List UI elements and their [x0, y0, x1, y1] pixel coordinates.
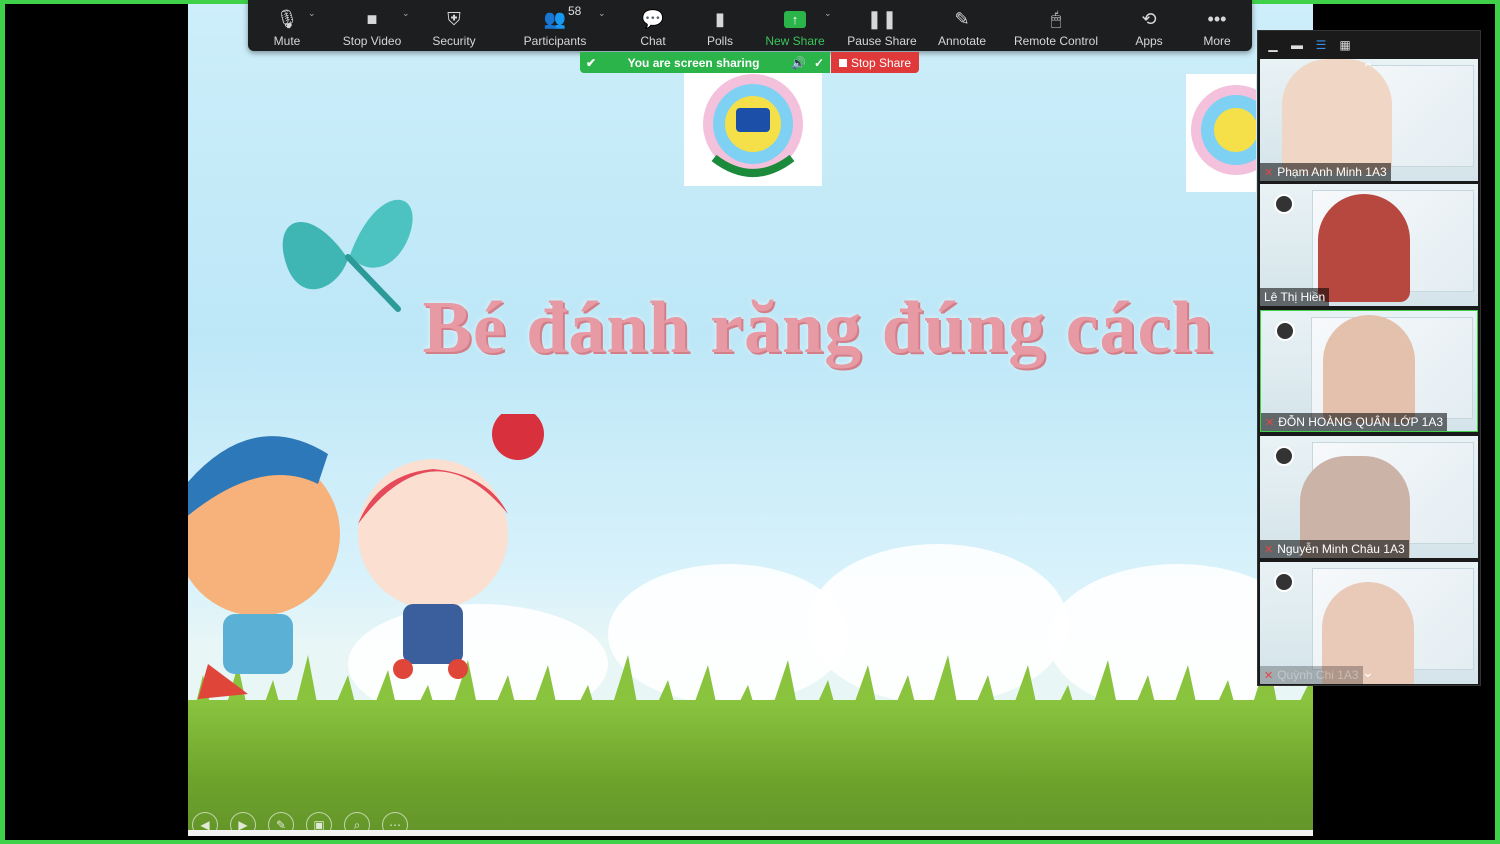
slide-title: Bé đánh răng đúng cách	[422, 287, 1214, 369]
participant-tile-active-speaker[interactable]: ✕ ĐỖN HOÀNG QUÂN LỚP 1A3	[1260, 310, 1478, 432]
clock-icon	[1274, 194, 1294, 214]
chevron-down-icon[interactable]: ⌄	[598, 8, 606, 19]
mute-button[interactable]: 🎙 ⌄ Mute	[248, 0, 326, 51]
annotate-button[interactable]: ✎ Annotate	[928, 0, 996, 51]
chat-button[interactable]: 💬 Chat	[620, 0, 686, 51]
apps-icon: ⟲	[1141, 9, 1157, 29]
pen-icon[interactable]: ✎	[268, 812, 294, 830]
stop-video-button[interactable]: ■ ⌄ Stop Video	[326, 0, 418, 51]
chevron-down-icon[interactable]: ⌄	[308, 8, 316, 19]
scroll-down-icon[interactable]: ⌄	[1362, 664, 1374, 681]
participant-tile[interactable]: Lê Thị Hiền	[1260, 184, 1478, 306]
clock-icon	[1275, 321, 1295, 341]
mic-muted-icon: ✕	[1264, 166, 1274, 179]
apps-button[interactable]: ⟲ Apps	[1116, 0, 1182, 51]
shared-slide: Bé đánh răng đúng cách ◀ ▶ ✎ ▣ ⌕ ⋯	[188, 4, 1313, 830]
ellipsis-icon: •••	[1207, 9, 1227, 29]
slide-controls: ◀ ▶ ✎ ▣ ⌕ ⋯	[192, 812, 408, 830]
security-button[interactable]: ⛨ Security	[418, 0, 490, 51]
gallery-view-icon[interactable]: ▦	[1338, 38, 1352, 52]
new-share-button[interactable]: ↑ ⌄ New Share	[754, 0, 836, 51]
mic-muted-icon: ✕	[1265, 416, 1275, 429]
pause-share-button[interactable]: ❚❚ Pause Share	[836, 0, 928, 51]
remote-control-button[interactable]: 🖱 Remote Control	[996, 0, 1116, 51]
share-pin-icon: ✔	[586, 55, 597, 70]
more-button[interactable]: ••• More	[1182, 0, 1252, 51]
participant-tile[interactable]: ✕ Phạm Anh Minh 1A3	[1260, 59, 1478, 181]
kids-illustration	[188, 414, 544, 699]
next-slide-icon[interactable]: ▶	[230, 812, 256, 830]
more-options-icon[interactable]: ⋯	[382, 812, 408, 830]
participants-icon: 👥	[543, 9, 567, 29]
prev-slide-icon[interactable]: ◀	[192, 812, 218, 830]
mouse-icon: 🖱	[1050, 9, 1062, 29]
participants-count: 58	[568, 4, 582, 18]
pencil-icon: ✎	[954, 9, 970, 29]
participant-tile[interactable]: ✕ Nguyễn Minh Châu 1A3	[1260, 436, 1478, 558]
microphone-icon: 🎙	[275, 9, 299, 29]
chevron-down-icon[interactable]: ⌄	[402, 8, 410, 19]
slide-bottom-strip	[188, 830, 1313, 836]
camera-icon: ■	[366, 9, 378, 29]
slides-overview-icon[interactable]: ▣	[306, 812, 332, 830]
bar-chart-icon: ▮	[715, 9, 725, 29]
shield-icon: ⛨	[447, 9, 461, 29]
stop-share-button[interactable]: Stop Share	[831, 52, 919, 73]
chat-bubble-icon: 💬	[641, 9, 665, 29]
grass-ground	[188, 700, 1313, 830]
mic-muted-icon: ✕	[1264, 669, 1274, 682]
single-video-icon[interactable]: ▬	[1290, 38, 1304, 52]
filmstrip-view-icon[interactable]: ☰	[1314, 38, 1328, 52]
minimize-icon[interactable]: ▁	[1266, 38, 1280, 52]
audio-icon: 🔊	[790, 55, 806, 70]
panel-header: ▁ ▬ ☰ ▦	[1258, 31, 1480, 59]
zoom-icon[interactable]: ⌕	[344, 812, 370, 830]
mic-muted-icon: ✕	[1264, 543, 1274, 556]
clock-icon	[1274, 446, 1294, 466]
shield-check-icon: ✓	[813, 55, 824, 70]
scroll-up-icon[interactable]: ⌃	[1362, 60, 1374, 77]
pause-icon: ❚❚	[866, 9, 898, 29]
screen-sharing-banner[interactable]: ✔ You are screen sharing 🔊 ✓	[580, 52, 830, 73]
meeting-toolbar: 🎙 ⌄ Mute ■ ⌄ Stop Video ⛨ Security 👥 58 …	[248, 0, 1252, 51]
stop-square-icon	[838, 58, 847, 67]
video-panel: ▁ ▬ ☰ ▦ ✕ Phạm Anh Minh 1A3 Lê Thị Hiền ✕…	[1257, 30, 1481, 686]
chevron-down-icon[interactable]: ⌄	[824, 8, 832, 19]
share-arrow-icon: ↑	[784, 11, 806, 28]
polls-button[interactable]: ▮ Polls	[686, 0, 754, 51]
clock-icon	[1274, 572, 1294, 592]
participants-button[interactable]: 👥 58 ⌄ Participants	[490, 0, 620, 51]
school-logo	[684, 68, 822, 186]
school-logo-partial	[1186, 74, 1256, 192]
